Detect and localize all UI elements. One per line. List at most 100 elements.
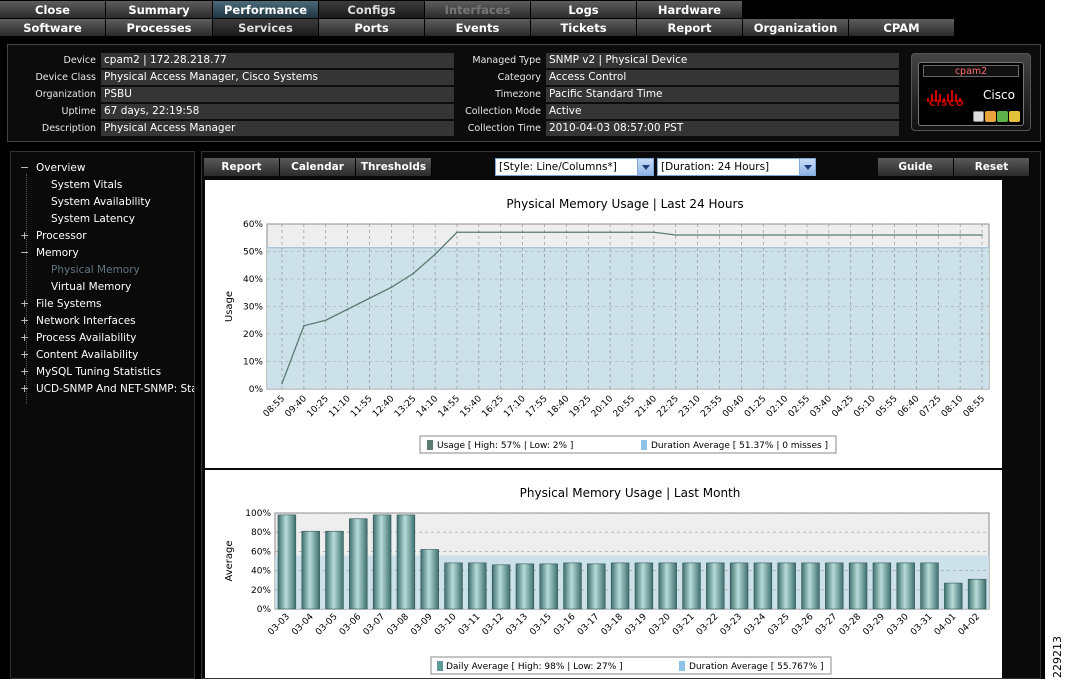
bar-03-29 (872, 562, 892, 610)
category-value: Access Control (546, 70, 899, 85)
bar-03-20 (658, 562, 677, 610)
expand-icon[interactable]: + (20, 297, 29, 311)
x-tick-label: 23:55 (699, 394, 724, 419)
nav-tab-cpam[interactable]: CPAM (849, 19, 955, 37)
x-tick-label: 13:25 (393, 394, 418, 419)
x-tick-label: 12:40 (371, 394, 397, 420)
nav-tab-processes[interactable]: Processes (106, 19, 213, 37)
tree-item-network-interfaces[interactable]: Network Interfaces (36, 314, 136, 328)
tree-item-process-availability[interactable]: Process Availability (36, 331, 136, 345)
nav-tab-events[interactable]: Events (425, 19, 531, 37)
bar-03-04 (301, 530, 320, 610)
tree-item-overview[interactable]: Overview (36, 161, 85, 175)
chevron-down-icon[interactable] (799, 159, 815, 175)
calendar-button[interactable]: Calendar (280, 158, 356, 176)
tree-item-ucd-snmp-and-net-snmp-stat[interactable]: UCD-SNMP And NET-SNMP: Stat (36, 382, 194, 396)
nav-tab-report[interactable]: Report (637, 19, 743, 37)
search-icon[interactable] (973, 111, 984, 122)
wrench-icon[interactable] (1009, 111, 1020, 122)
timezone-value: Pacific Standard Time (546, 87, 899, 102)
expand-icon[interactable]: + (20, 314, 29, 328)
nav-tab-logs[interactable]: Logs (531, 1, 637, 19)
x-tick-label: 03-12 (481, 612, 507, 638)
nav-tab-software[interactable]: Software (0, 19, 106, 37)
bar-04-01 (944, 582, 963, 610)
collapse-icon[interactable]: − (20, 246, 29, 260)
chart-icon[interactable] (997, 111, 1008, 122)
collection-mode-label: Collection Mode (465, 106, 541, 117)
style-select[interactable]: [Style: Line/Columns*] (495, 158, 654, 176)
device-logo: cpam2 CISCO Cisco (911, 53, 1031, 131)
x-tick-label: 03-07 (362, 612, 388, 638)
nav-tab-performance[interactable]: Performance (213, 1, 319, 19)
duration-select[interactable]: [Duration: 24 Hours] (657, 158, 816, 176)
x-tick-label: 14:55 (437, 394, 462, 419)
bar-03-11 (468, 562, 487, 610)
usage-data-point (828, 234, 830, 236)
device-label: Device (63, 55, 97, 66)
thresholds-button[interactable]: Thresholds (356, 158, 432, 176)
usage-data-point (281, 382, 283, 385)
y-tick-label: 0% (257, 605, 272, 615)
app-window: Close Summary Performance Configs Interfaces… (0, 0, 1045, 679)
expand-icon[interactable]: + (20, 348, 29, 362)
expand-icon[interactable]: + (20, 382, 29, 396)
expand-icon[interactable]: + (20, 331, 29, 345)
usage-data-point (478, 231, 480, 234)
device-class-label: Device Class (35, 72, 96, 83)
x-tick-label: 05:55 (874, 394, 899, 419)
tree-item-physical-memory[interactable]: Physical Memory (51, 263, 140, 277)
nav-tab-configs[interactable]: Configs (319, 1, 425, 19)
organization-label: Organization (35, 89, 96, 100)
y-axis-label: Usage (224, 291, 235, 322)
usage-data-point (543, 231, 546, 234)
x-tick-label: 14:10 (415, 394, 441, 420)
collapse-icon[interactable]: − (20, 161, 29, 175)
nav-tab-tickets[interactable]: Tickets (531, 19, 637, 37)
nav-tab-ports[interactable]: Ports (319, 19, 425, 37)
logo-brand: Cisco (983, 88, 1015, 102)
usage-data-point (806, 234, 808, 236)
bar-03-19 (634, 562, 654, 610)
tree-item-file-systems[interactable]: File Systems (36, 297, 102, 311)
nav-tab-hardware[interactable]: Hardware (637, 1, 743, 19)
guide-button[interactable]: Guide (878, 158, 954, 176)
x-tick-label: 03-03 (266, 612, 292, 638)
x-tick-label: 03-24 (742, 612, 768, 638)
description-label: Description (41, 123, 96, 134)
tree-item-system-latency[interactable]: System Latency (51, 212, 135, 226)
tree-item-virtual-memory[interactable]: Virtual Memory (51, 280, 131, 294)
y-tick-label: 30% (243, 303, 263, 313)
x-tick-label: 07:25 (918, 394, 943, 419)
timezone-label: Timezone (495, 89, 541, 100)
nav-tab-organization[interactable]: Organization (743, 19, 849, 37)
x-tick-label: 03-31 (909, 612, 935, 638)
usage-data-point (499, 231, 502, 234)
nav-tab-summary[interactable]: Summary (106, 1, 213, 19)
tree-item-memory[interactable]: Memory (36, 246, 79, 260)
gear-icon[interactable] (985, 111, 996, 122)
tree-item-mysql-tuning-statistics[interactable]: MySQL Tuning Statistics (36, 365, 161, 379)
usage-data-point (631, 231, 633, 234)
tree-item-system-vitals[interactable]: System Vitals (51, 178, 122, 192)
x-tick-label: 17:10 (502, 394, 528, 420)
tree-item-processor[interactable]: Processor (36, 229, 87, 243)
nav-tab-interfaces[interactable]: Interfaces (425, 1, 531, 19)
tree-item-content-availability[interactable]: Content Availability (36, 348, 138, 362)
report-button[interactable]: Report (204, 158, 280, 176)
x-tick-label: 03-30 (885, 612, 911, 638)
nav-tab-services[interactable]: Services (213, 19, 319, 37)
tree-item-system-availability[interactable]: System Availability (51, 195, 151, 209)
x-tick-label: 04-02 (957, 612, 983, 638)
y-tick-label: 20% (251, 586, 271, 596)
expand-icon[interactable]: + (20, 229, 29, 243)
reset-button[interactable]: Reset (954, 158, 1030, 176)
logo-box: cpam2 CISCO Cisco (918, 62, 1024, 126)
organization-value: PSBU (101, 87, 454, 102)
y-tick-label: 40% (243, 275, 263, 285)
expand-icon[interactable]: + (20, 365, 29, 379)
chevron-down-icon[interactable] (637, 159, 653, 175)
nav-tab-close[interactable]: Close (0, 1, 106, 19)
usage-data-point (368, 297, 371, 300)
usage-data-point (521, 231, 524, 234)
